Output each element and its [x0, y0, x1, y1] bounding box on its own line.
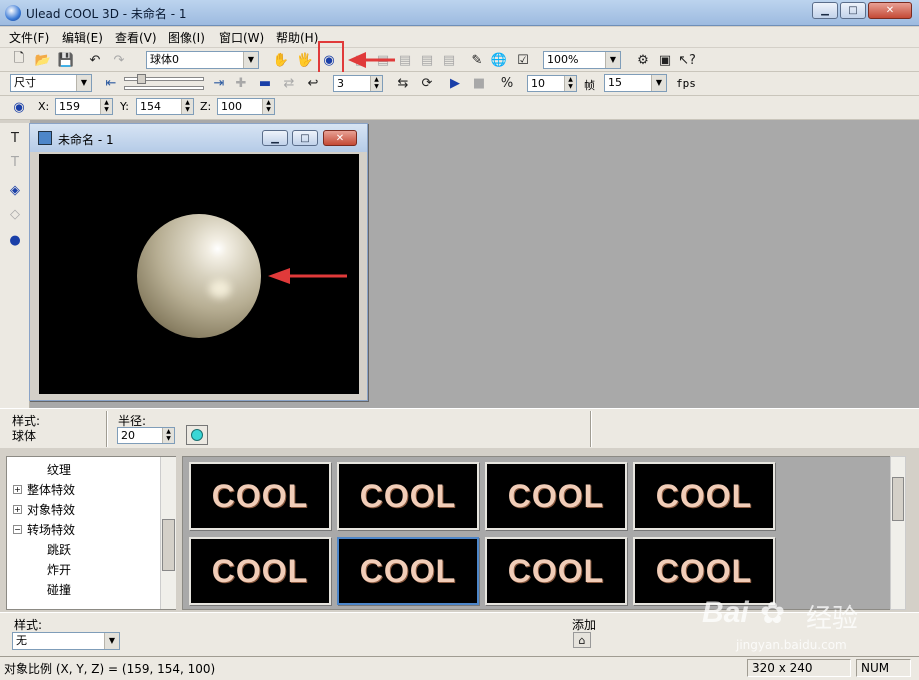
annotation-arrowhead-toolbar	[348, 52, 366, 68]
expand-icon[interactable]: +	[13, 485, 22, 494]
radius-value: 20	[121, 429, 135, 442]
tree-item-collide[interactable]: 碰撞	[47, 581, 71, 598]
effect-thumbnail[interactable]: COOL	[485, 537, 627, 605]
tree-item-explode[interactable]: 炸开	[47, 561, 71, 578]
divider	[106, 411, 108, 447]
watermark-url: jingyan.baidu.com	[736, 638, 847, 652]
thumbnail-text: COOL	[211, 478, 309, 514]
paw-icon: ✿	[760, 596, 786, 631]
thumbnail-text: COOL	[655, 478, 753, 514]
gallery-scrollbar-thumb[interactable]	[892, 477, 904, 521]
effect-thumbnail-selected[interactable]: COOL	[337, 537, 479, 605]
tree-item-texture[interactable]: 纹理	[47, 461, 71, 478]
watermark-brand: Bai	[702, 596, 749, 629]
watermark-brand-2: 经验	[806, 604, 859, 634]
baidu-watermark: Bai ✿ 经验 jingyan.baidu.com	[700, 582, 910, 662]
color-swatch-icon	[191, 429, 203, 441]
thumbnail-text: COOL	[507, 478, 605, 514]
thumbnail-text: COOL	[359, 478, 457, 514]
add-home-icon[interactable]: ⌂	[573, 632, 591, 648]
spin-arrows-icon: ▲ ▼	[162, 428, 174, 443]
bottom-style-select[interactable]: 无 ▼	[12, 632, 120, 650]
tree-scrollbar[interactable]	[160, 457, 176, 609]
thumbnail-text: COOL	[507, 553, 605, 589]
effects-tree: 纹理 + 整体特效 + 对象特效 − 转场特效 跳跃 炸开 碰撞	[6, 456, 176, 610]
properties-bar: 样式: 球体 半径: 20 ▲ ▼	[0, 408, 919, 448]
effect-thumbnail[interactable]: COOL	[633, 462, 775, 530]
tree-scrollbar-thumb[interactable]	[162, 519, 175, 571]
style-value: 球体	[12, 429, 37, 443]
bottom-style-label: 样式:	[14, 618, 43, 632]
tree-item-jump[interactable]: 跳跃	[47, 541, 71, 558]
status-text: 对象比例 (X, Y, Z) = (159, 154, 100)	[4, 662, 216, 676]
thumbnail-text: COOL	[359, 553, 457, 589]
radius-spinner[interactable]: 20 ▲ ▼	[117, 427, 175, 444]
effect-thumbnail[interactable]: COOL	[337, 462, 479, 530]
thumbnail-text: COOL	[211, 553, 309, 589]
add-label: 添加	[572, 618, 597, 632]
color-button[interactable]	[186, 425, 208, 445]
effect-thumbnail[interactable]: COOL	[189, 537, 331, 605]
tree-item-transition-effects[interactable]: 转场特效	[27, 521, 75, 538]
bottom-style-value: 无	[16, 634, 27, 647]
effect-thumbnail[interactable]: COOL	[485, 462, 627, 530]
tree-item-object-effects[interactable]: 对象特效	[27, 501, 75, 518]
expand-icon[interactable]: +	[13, 505, 22, 514]
collapse-icon[interactable]: −	[13, 525, 22, 534]
divider	[590, 411, 592, 447]
tree-item-global-effects[interactable]: 整体特效	[27, 481, 75, 498]
annotation-arrowhead-sphere	[268, 268, 290, 284]
effect-thumbnail[interactable]: COOL	[189, 462, 331, 530]
chevron-down-icon: ▼	[104, 633, 119, 649]
